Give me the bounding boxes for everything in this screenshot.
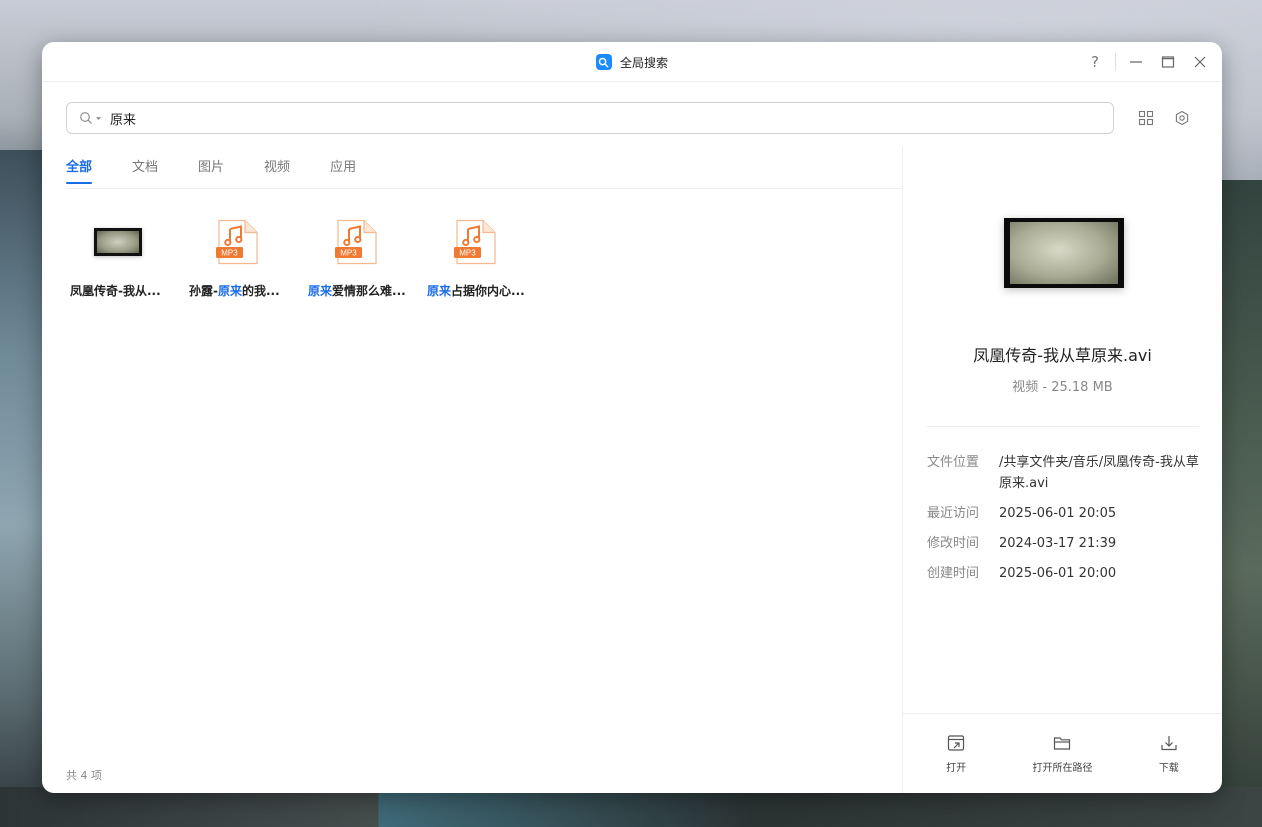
prop-key: 文件位置 [927, 455, 980, 470]
detail-separator [927, 426, 1199, 427]
result-item[interactable]: 凤凰传奇-我从... [66, 218, 185, 299]
prop-key: 创建时间 [927, 566, 980, 581]
video-thumbnail [94, 228, 142, 256]
mp3-file-icon: MP3 [454, 219, 496, 265]
search-icon [80, 112, 92, 124]
result-name: 原来爱情那么难... [308, 284, 406, 298]
svg-text:MP3: MP3 [459, 249, 476, 258]
result-name: 孙露-原来的我... [189, 284, 280, 298]
prop-value: 2024-03-17 21:39 [999, 536, 1117, 551]
mp3-file-icon: MP3 [335, 219, 377, 265]
help-icon[interactable]: ? [1079, 46, 1111, 78]
background-bottom [0, 787, 1262, 827]
detail-properties: 文件位置 /共享文件夹/音乐/凤凰传奇-我从草原来.avi 最近访问 2025-… [927, 452, 1207, 593]
prop-location: 文件位置 /共享文件夹/音乐/凤凰传奇-我从草原来.avi [927, 452, 1207, 494]
prop-key: 修改时间 [927, 536, 980, 551]
search-box[interactable] [66, 102, 1114, 134]
mp3-file-icon: MP3 [216, 219, 258, 265]
detail-actions: 打开 打开所在路径 下载 [903, 713, 1222, 793]
minimize-icon[interactable] [1120, 46, 1152, 78]
result-item[interactable]: MP3 孙露-原来的我... [185, 218, 304, 299]
search-input[interactable] [110, 110, 1010, 126]
maximize-icon[interactable] [1152, 46, 1184, 78]
tab-all[interactable]: 全部 [66, 146, 93, 188]
window-title: 全局搜索 [619, 55, 668, 70]
search-scope-dropdown[interactable] [79, 111, 102, 125]
result-item[interactable]: MP3 原来占据你内心... [423, 218, 542, 299]
svg-text:MP3: MP3 [340, 249, 357, 258]
settings-icon[interactable] [1170, 106, 1194, 130]
open-icon [948, 735, 965, 751]
result-count: 共 4 项 [66, 769, 102, 782]
svg-text:MP3: MP3 [221, 249, 238, 258]
app-search-icon [595, 54, 612, 70]
prop-modified: 修改时间 2024-03-17 21:39 [927, 533, 1207, 554]
chevron-down-icon [95, 116, 102, 120]
title-bar: 全局搜索 ? [42, 42, 1222, 82]
search-window: 全局搜索 ? 全部 文档 图片 视频 [42, 42, 1222, 793]
prop-last-accessed: 最近访问 2025-06-01 20:05 [927, 503, 1207, 524]
tab-images[interactable]: 图片 [198, 146, 224, 188]
prop-created: 创建时间 2025-06-01 20:00 [927, 563, 1207, 584]
prop-key: 最近访问 [927, 506, 980, 521]
download-label: 下载 [1158, 763, 1179, 774]
folder-icon [1054, 737, 1071, 750]
detail-file-meta: 视频 - 25.18 MB [1012, 380, 1113, 395]
prop-value: 2025-06-01 20:05 [999, 506, 1117, 521]
results-grid: 凤凰传奇-我从... MP3 孙露-原来的我... MP3 原来爱情那么难...… [66, 218, 542, 299]
open-path-button[interactable]: 打开所在路径 [1017, 733, 1107, 774]
detail-file-name: 凤凰传奇-我从草原来.avi [973, 346, 1152, 365]
download-icon [1161, 736, 1177, 751]
result-name: 原来占据你内心... [427, 284, 525, 298]
result-name: 凤凰传奇-我从... [70, 284, 161, 298]
tab-videos[interactable]: 视频 [264, 146, 290, 188]
result-item[interactable]: MP3 原来爱情那么难... [304, 218, 423, 299]
detail-panel: 凤凰传奇-我从草原来.avi 视频 - 25.18 MB 文件位置 /共享文件夹… [903, 146, 1222, 793]
category-tabs: 全部 文档 图片 视频 应用 [66, 146, 902, 189]
tab-apps[interactable]: 应用 [330, 146, 356, 188]
video-preview [1004, 218, 1124, 288]
open-path-label: 打开所在路径 [1032, 763, 1093, 774]
title-separator [1115, 53, 1116, 71]
open-label: 打开 [946, 763, 967, 774]
download-button[interactable]: 下载 [1124, 733, 1214, 774]
tab-documents[interactable]: 文档 [132, 146, 158, 188]
prop-value: 2025-06-01 20:00 [999, 566, 1117, 581]
grid-view-icon[interactable] [1134, 106, 1158, 130]
open-button[interactable]: 打开 [911, 733, 1001, 774]
prop-value: /共享文件夹/音乐/凤凰传奇-我从草原来.avi [999, 455, 1199, 491]
close-icon[interactable] [1184, 46, 1216, 78]
